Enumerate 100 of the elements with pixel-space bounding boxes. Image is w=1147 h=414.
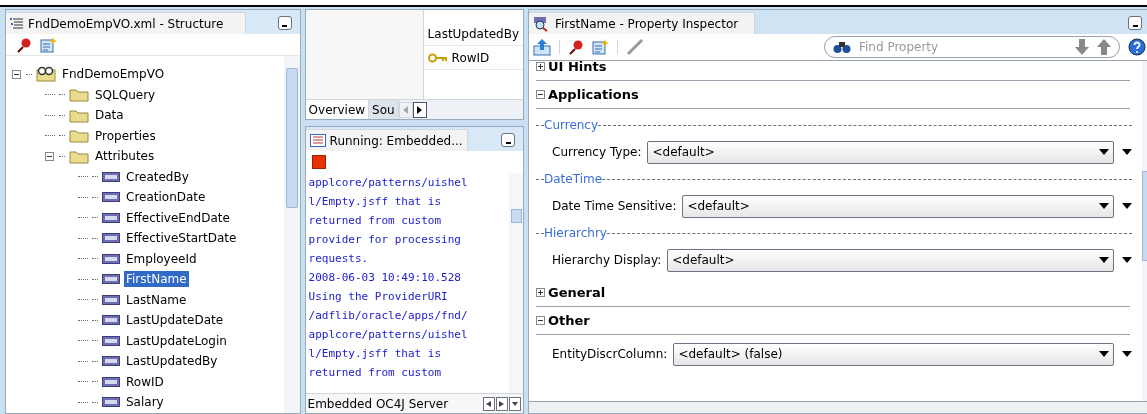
pin-icon[interactable]	[568, 39, 584, 55]
dropdown-arrow-icon	[1099, 149, 1109, 155]
scrollbar[interactable]	[509, 173, 523, 393]
tree-item[interactable]: Attributes	[93, 148, 157, 165]
log-line: /adflib/oracle/apps/fnd/	[308, 308, 469, 324]
tree-item[interactable]: LastUpdatedBy	[124, 353, 220, 370]
panel-tab[interactable]: FirstName - Property Inspector	[529, 12, 755, 34]
list-item[interactable]: RowID	[451, 48, 490, 67]
group-label: Hierarchry	[544, 225, 607, 242]
log-list-icon	[309, 134, 326, 147]
editor-tab[interactable]: Overview	[305, 100, 370, 119]
editor-tab[interactable]: Sou	[369, 100, 399, 119]
structure-list-icon	[10, 17, 24, 30]
attribute-icon	[102, 171, 120, 182]
section-header[interactable]: Other	[548, 310, 590, 331]
pin-icon[interactable]	[16, 36, 32, 53]
down-arrow-icon	[512, 400, 518, 407]
log-line: 2008-06-03 10:49:10.528	[308, 270, 462, 286]
attribute-icon	[102, 233, 120, 244]
expand-icon[interactable]	[536, 62, 545, 71]
dropdown-arrow-icon	[1099, 257, 1109, 263]
log-line: applcore/patterns/uishel	[308, 175, 469, 191]
expand-icon[interactable]	[536, 288, 545, 297]
pencil-icon[interactable]	[626, 38, 644, 56]
field-label: Date Time Sensitive:	[552, 198, 677, 215]
collapse-icon[interactable]	[536, 316, 545, 325]
list-item[interactable]: LastUpdatedBy	[427, 24, 519, 43]
attribute-icon	[102, 274, 120, 285]
section-header[interactable]: General	[548, 282, 606, 303]
attribute-icon	[102, 253, 120, 264]
tree-item[interactable]: Data	[93, 107, 126, 124]
scroll-left-button[interactable]	[483, 396, 495, 411]
search-field[interactable]: Find Property	[859, 38, 1067, 56]
key-icon	[427, 52, 448, 63]
panel-title: FirstName - Property Inspector	[555, 15, 739, 33]
tree-item[interactable]: RowID	[124, 373, 166, 390]
panel-tab[interactable]: Running: Embedded...	[305, 129, 468, 151]
attribute-icon	[102, 315, 120, 326]
dropdown-field[interactable]: <default>	[647, 140, 1114, 164]
right-arrow-icon	[417, 105, 423, 114]
attribute-icon	[102, 376, 120, 387]
log-line: l/Empty.jsff that is	[308, 346, 443, 362]
dropdown-field[interactable]: <default>	[682, 194, 1114, 218]
log-line: Using the ProviderURI	[308, 289, 449, 305]
tree-item[interactable]: EffectiveEndDate	[124, 209, 232, 226]
dropdown-field[interactable]: <default>	[667, 248, 1114, 272]
tree-item[interactable]: Properties	[93, 127, 158, 144]
scroll-right-button[interactable]	[496, 396, 508, 411]
dropdown-arrow-icon	[1099, 203, 1109, 209]
binoculars-icon	[833, 40, 851, 54]
tree-item[interactable]: EffectiveStartDate	[124, 230, 239, 247]
tree-item[interactable]: FndDemoEmpVO	[60, 66, 167, 83]
tree-item[interactable]: LastName	[124, 291, 189, 308]
collapse-icon[interactable]	[45, 151, 54, 161]
section-header[interactable]: Applications	[548, 84, 639, 105]
attribute-icon	[102, 212, 120, 223]
group-label: Currency	[544, 117, 599, 134]
folder-icon	[69, 128, 89, 144]
scrollbar[interactable]	[283, 56, 300, 413]
scroll-down-button[interactable]	[509, 396, 521, 411]
minimize-button[interactable]	[501, 133, 515, 147]
tree-item[interactable]: CreationDate	[124, 189, 208, 206]
left-arrow-icon	[403, 105, 409, 114]
status-text: Embedded OC4J Server	[307, 395, 449, 413]
tree-item[interactable]: SQLQuery	[93, 86, 158, 103]
menu-arrow-icon[interactable]	[1122, 203, 1132, 209]
down-arrow-icon[interactable]	[1075, 39, 1089, 55]
folder-icon	[69, 107, 89, 123]
tree-item[interactable]: LastUpdateDate	[124, 312, 226, 329]
attribute-icon	[102, 397, 120, 408]
log-line: l/Empty.jsff that is	[308, 194, 443, 210]
menu-arrow-icon[interactable]	[1122, 149, 1132, 155]
view-object-icon	[36, 66, 56, 83]
panel-tab[interactable]: FndDemoEmpVO.xml - Structure	[6, 12, 246, 34]
help-icon[interactable]	[1128, 38, 1146, 56]
dropdown-field[interactable]: <default> (false)	[673, 342, 1114, 366]
field-label: EntityDiscrColumn:	[552, 346, 668, 363]
collapse-icon[interactable]	[536, 90, 545, 99]
log-line: requests.	[308, 251, 370, 267]
field-label: Currency Type:	[552, 144, 642, 161]
dropdown-arrow-icon	[1099, 351, 1109, 357]
tree-item[interactable]: Salary	[124, 394, 166, 411]
log-line: applcore/patterns/uishel	[308, 327, 469, 343]
section-header[interactable]: UI Hints	[548, 56, 607, 77]
tree-item[interactable]: EmployeeId	[124, 250, 199, 267]
collapse-icon[interactable]	[12, 69, 21, 79]
upload-icon[interactable]	[533, 38, 551, 56]
menu-arrow-icon[interactable]	[1122, 257, 1132, 263]
tree-item[interactable]: CreatedBy	[124, 168, 191, 185]
minimize-button[interactable]	[277, 16, 292, 30]
tree-item[interactable]: FirstName	[124, 271, 189, 288]
log-line: returned from custom	[308, 365, 443, 381]
field-label: Hierarchy Display:	[552, 252, 662, 269]
log-line: returned from custom	[308, 213, 443, 229]
up-arrow-icon[interactable]	[1097, 39, 1111, 55]
menu-arrow-icon[interactable]	[1122, 351, 1132, 357]
panel-title: Running: Embedded...	[329, 132, 463, 150]
tree-item[interactable]: LastUpdateLogin	[124, 332, 229, 349]
stop-button[interactable]	[311, 155, 326, 169]
minimize-button[interactable]	[1128, 16, 1142, 30]
